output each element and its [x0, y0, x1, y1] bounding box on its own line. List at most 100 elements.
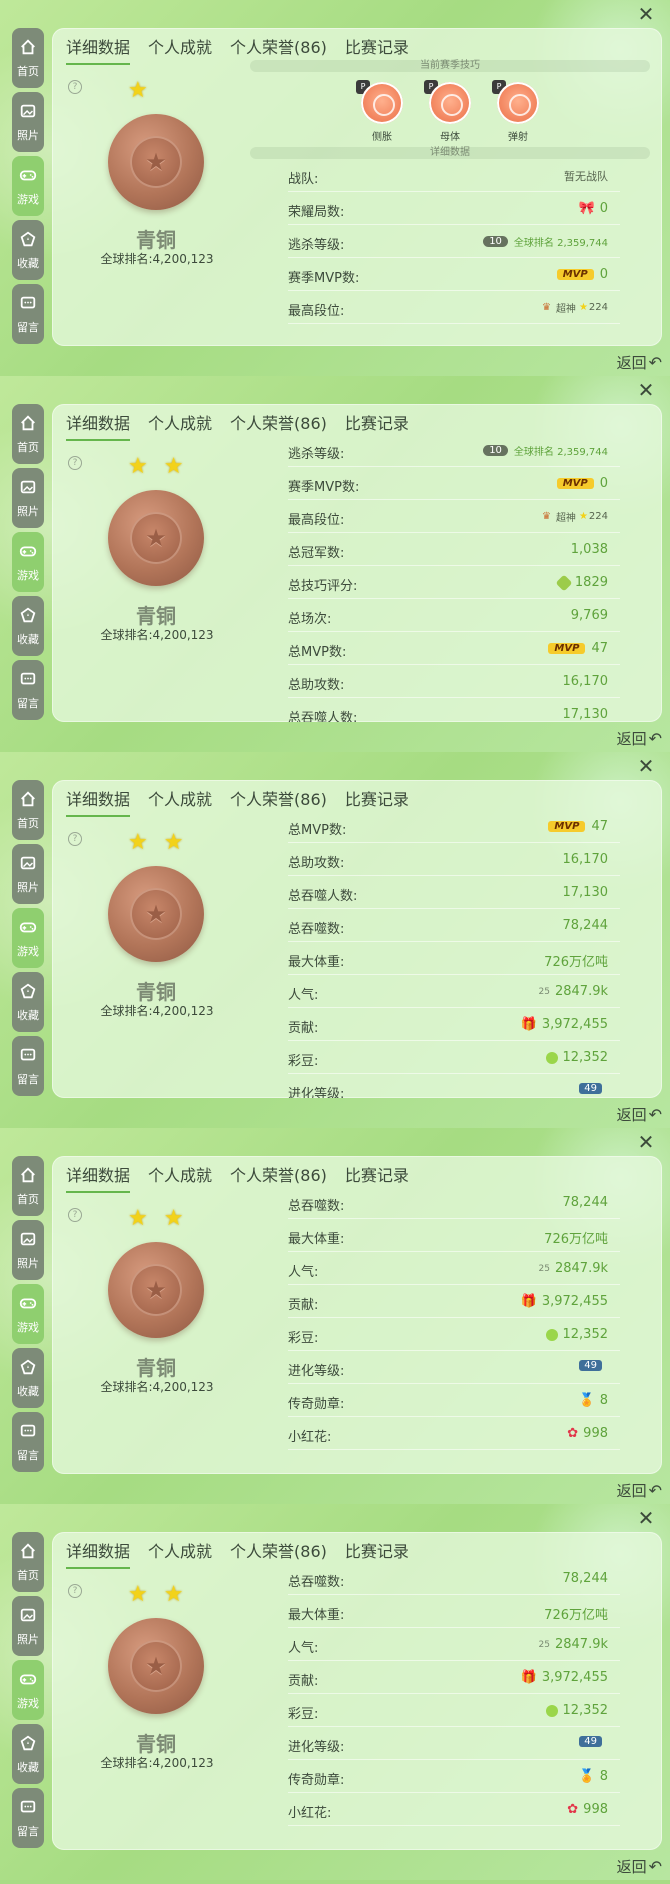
home-icon — [19, 1542, 37, 1564]
sidebar-item-3[interactable]: 收藏 — [12, 220, 44, 280]
global-rank: 全球排名:4,200,123 — [100, 1004, 214, 1018]
sidebar-item-3[interactable]: 收藏 — [12, 596, 44, 656]
rank-name: 青铜 — [136, 1356, 176, 1380]
stat-row-total_mvp: 总MVP数: MVP 47 — [288, 632, 620, 665]
stats-list[interactable]: 逃杀等级: 10 全球排名 2,359,744 赛季MVP数: MVP 0 最高段位: ♛ 超神… — [250, 432, 650, 722]
evolve_level-label: 进化等级: — [288, 1740, 345, 1755]
collect-icon — [19, 1358, 37, 1380]
rank-name: 青铜 — [136, 1732, 176, 1756]
sidebar: 首页 照片 游戏 收藏 留言 — [12, 780, 44, 1100]
season_mvp-value: 0 — [599, 267, 608, 282]
sidebar-item-2[interactable]: 游戏 — [12, 532, 44, 592]
skill-1[interactable]: P 母体 — [424, 80, 474, 143]
gift-icon: 🎁 — [520, 1294, 537, 1309]
sidebar-item-0[interactable]: 首页 — [12, 780, 44, 840]
sidebar-item-0[interactable]: 首页 — [12, 28, 44, 88]
global-rank: 全球排名:4,200,123 — [100, 628, 214, 642]
skill-2[interactable]: P 弹射 — [492, 80, 542, 143]
sidebar-item-4[interactable]: 留言 — [12, 660, 44, 720]
help-icon[interactable]: ? — [68, 80, 82, 94]
home-icon — [19, 38, 37, 60]
beans-label: 彩豆: — [288, 1054, 319, 1069]
sidebar-item-4[interactable]: 留言 — [12, 1788, 44, 1848]
close-icon[interactable]: ✕ — [636, 1132, 656, 1152]
back-label: 返回 — [616, 1106, 647, 1124]
close-icon[interactable]: ✕ — [636, 4, 656, 24]
stats-list[interactable]: 总MVP数: MVP 47 总助攻数: 16,170 总吞噬人数: 17,130 总吞噬数: 7… — [250, 808, 650, 1098]
back-button[interactable]: 返回 ↶ — [617, 728, 662, 749]
evolve_level-label: 进化等级: — [288, 1087, 345, 1098]
legend-medal-value: 8 — [599, 1769, 608, 1784]
home-icon — [19, 1166, 37, 1188]
sidebar-item-2[interactable]: 游戏 — [12, 1284, 44, 1344]
back-button[interactable]: 返回 ↶ — [617, 1104, 662, 1125]
tab-1[interactable]: 个人成就 — [148, 1538, 212, 1564]
help-icon[interactable]: ? — [68, 1208, 82, 1222]
close-icon[interactable]: ✕ — [636, 756, 656, 776]
stat-row-kill_level: 逃杀等级: 10 全球排名 2,359,744 — [288, 434, 620, 467]
sidebar-item-0[interactable]: 首页 — [12, 404, 44, 464]
tab-0[interactable]: 详细数据 — [66, 410, 131, 441]
rank-stars: ★ — [128, 80, 164, 102]
sidebar-item-1[interactable]: 照片 — [12, 468, 44, 528]
sidebar-item-2[interactable]: 游戏 — [12, 156, 44, 216]
sidebar-item-3[interactable]: 收藏 — [12, 1724, 44, 1784]
help-icon[interactable]: ? — [68, 832, 82, 846]
tab-0[interactable]: 详细数据 — [66, 1162, 131, 1193]
close-icon[interactable]: ✕ — [636, 380, 656, 400]
sidebar-item-4[interactable]: 留言 — [12, 1412, 44, 1472]
sidebar-item-4[interactable]: 留言 — [12, 284, 44, 344]
sidebar-item-1[interactable]: 照片 — [12, 1596, 44, 1656]
tab-0[interactable]: 详细数据 — [66, 1538, 131, 1569]
back-button[interactable]: 返回 ↶ — [617, 352, 662, 373]
tab-1[interactable]: 个人成就 — [148, 410, 212, 436]
tab-1[interactable]: 个人成就 — [148, 1162, 212, 1188]
stats-list[interactable]: 当前赛季技巧 P 侧胀 P 母体 P 弹射 详细数据 战队: 暂无战队 荣耀局数: 🎀 0… — [250, 56, 650, 346]
skill-0[interactable]: P 侧胀 — [356, 80, 406, 143]
help-icon[interactable]: ? — [68, 1584, 82, 1598]
tab-0[interactable]: 详细数据 — [66, 34, 131, 65]
tab-1[interactable]: 个人成就 — [148, 786, 212, 812]
tab-0[interactable]: 详细数据 — [66, 786, 131, 817]
sidebar-item-1[interactable]: 照片 — [12, 1220, 44, 1280]
global-rank: 全球排名:4,200,123 — [100, 1756, 214, 1770]
sidebar-item-1[interactable]: 照片 — [12, 92, 44, 152]
stats-list[interactable]: 总吞噬数: 78,244 最大体重: 726万亿吨 人气: 25 2847.9k 贡献: 🎁 3,… — [250, 1560, 650, 1850]
skills-list: P 侧胀 P 母体 P 弹射 — [250, 80, 650, 143]
sidebar-item-2[interactable]: 游戏 — [12, 1660, 44, 1720]
star-icon: ★ — [163, 454, 184, 479]
sidebar-item-label: 留言 — [17, 320, 39, 334]
total_assist-value: 16,170 — [562, 852, 609, 867]
stat-row-honor_games: 荣耀局数: 🎀 0 — [288, 192, 620, 225]
sidebar-item-4[interactable]: 留言 — [12, 1036, 44, 1096]
total_champion-label: 总冠军数: — [288, 546, 345, 561]
stat-row-skill_score: 总技巧评分: 1829 — [288, 566, 620, 599]
stats-list[interactable]: 总吞噬数: 78,244 最大体重: 726万亿吨 人气: 25 2847.9k 贡献: 🎁 3,… — [250, 1184, 650, 1474]
stat-row-total_assist: 总助攻数: 16,170 — [288, 843, 620, 876]
help-icon[interactable]: ? — [68, 456, 82, 470]
sidebar-item-3[interactable]: 收藏 — [12, 1348, 44, 1408]
total_games-label: 总场次: — [288, 612, 332, 627]
tab-1[interactable]: 个人成就 — [148, 34, 212, 60]
sidebar-item-0[interactable]: 首页 — [12, 1156, 44, 1216]
back-button[interactable]: 返回 ↶ — [617, 1480, 662, 1501]
message-icon — [19, 294, 37, 316]
stat-row-total_eat_people: 总吞噬人数: 17,130 — [288, 876, 620, 909]
screen-frame-2: ✕ 首页 照片 游戏 收藏 留言 详细数据 个人成就 个人荣誉(86) 比赛记录 ? … — [0, 752, 670, 1128]
flower-icon: ✿ — [567, 1802, 579, 1817]
total_champion-value: 1,038 — [570, 542, 608, 557]
popularity-badge: 25 — [538, 1263, 550, 1274]
sidebar-item-1[interactable]: 照片 — [12, 844, 44, 904]
sidebar-item-0[interactable]: 首页 — [12, 1532, 44, 1592]
star-icon: ★ — [128, 78, 148, 103]
collect-icon — [19, 1734, 37, 1756]
sidebar-item-label: 首页 — [17, 440, 39, 454]
sidebar-item-2[interactable]: 游戏 — [12, 908, 44, 968]
sidebar-item-label: 收藏 — [17, 256, 39, 270]
close-icon[interactable]: ✕ — [636, 1508, 656, 1528]
stat-row-kill_level: 逃杀等级: 10 全球排名 2,359,744 — [288, 225, 620, 258]
max_weight-label: 最大体重: — [288, 955, 345, 970]
back-button[interactable]: 返回 ↶ — [617, 1856, 662, 1877]
sidebar-item-3[interactable]: 收藏 — [12, 972, 44, 1032]
max_weight-value: 726万亿吨 — [544, 1608, 608, 1623]
